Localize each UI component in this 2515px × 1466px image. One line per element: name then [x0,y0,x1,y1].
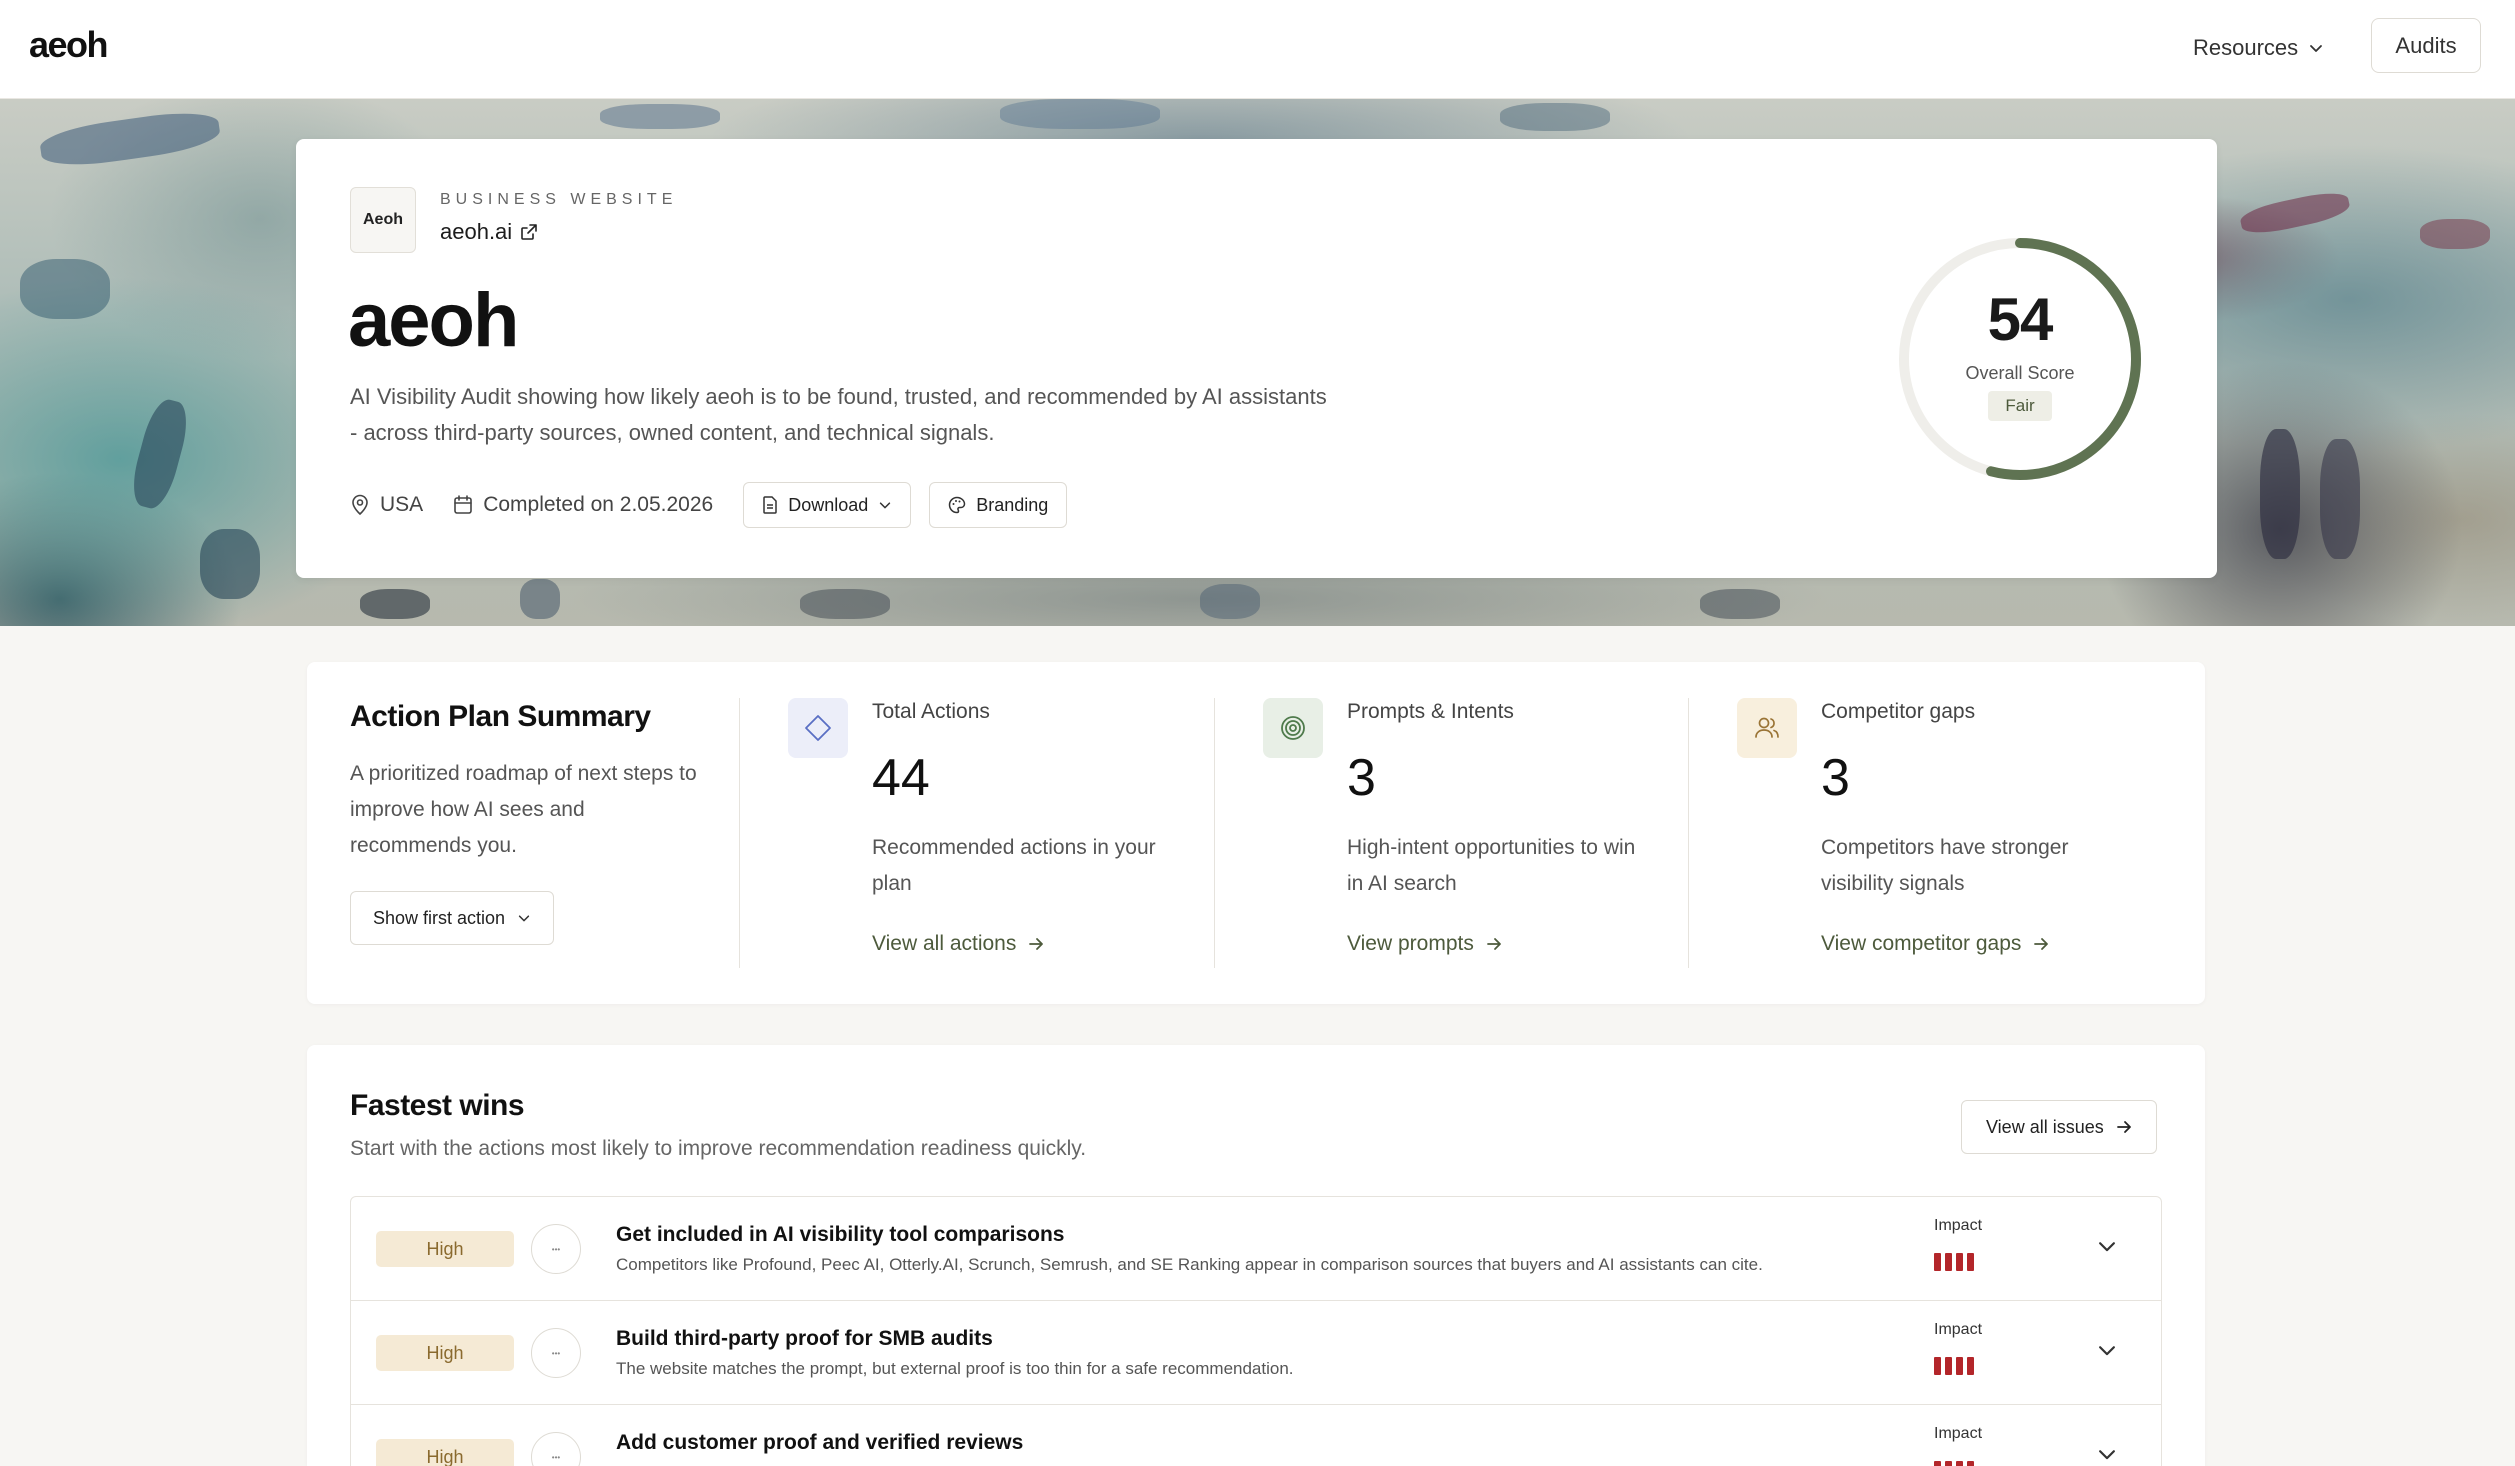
external-link-icon [521,224,537,240]
chevron-down-icon[interactable] [2096,1339,2118,1361]
category-label: BUSINESS WEBSITE [440,191,678,208]
score-rating-badge: Fair [1988,391,2052,421]
page-title: aeoh [348,278,519,363]
divider [1214,698,1215,968]
resources-label: Resources [2193,35,2299,60]
palette-icon [949,496,966,514]
divider [1688,698,1689,968]
score-value: 54 [1987,286,2054,353]
link-label: View competitor gaps [1821,932,2022,955]
link-label: View all actions [872,932,1017,955]
summary-description: A prioritized roadmap of next steps to i… [350,762,697,857]
view-competitor-gaps-link[interactable]: View competitor gaps [1821,932,2049,956]
chevron-down-icon[interactable] [2096,1235,2118,1257]
chevron-down-icon [2310,45,2323,52]
stat-label: Competitor gaps [1821,700,1976,723]
view-prompts-link[interactable]: View prompts [1347,932,1502,956]
branding-button[interactable]: Branding [929,482,1068,528]
action-plan-summary: Action Plan Summary A prioritized roadma… [307,662,2205,1004]
summary-title: Action Plan Summary [350,700,651,733]
stat-prompts-intents: Prompts & Intents 3 High-intent opportun… [1263,698,1683,968]
top-nav: aeoh Resources Audits [0,0,2515,99]
download-button[interactable]: Download [743,482,912,528]
arrow-right-icon [1486,938,1501,950]
download-label: Download [788,494,869,515]
score-ring [1899,238,2141,480]
location: USA [350,493,423,517]
stat-value: 3 [1347,749,1376,807]
impact-bars [1934,1253,1974,1271]
diamond-icon [788,698,848,758]
audits-button[interactable]: Audits [2371,18,2481,73]
stat-description: Recommended actions in your plan [872,836,1156,895]
stat-value: 44 [872,749,930,807]
priority-badge: High [376,1335,514,1371]
status-circle-icon: ••• [531,1328,581,1378]
resources-menu[interactable]: Resources [2193,28,2324,68]
impact-bars [1934,1357,1974,1375]
arrow-right-icon [2116,1121,2131,1133]
score-label: Overall Score [1965,363,2075,383]
overall-score-gauge: 54 Overall Score Fair [1894,233,2146,485]
map-pin-icon [352,494,368,516]
stat-competitor-gaps: Competitor gaps 3 Competitors have stron… [1737,698,2157,968]
file-icon [763,496,777,514]
issue-row[interactable]: High ••• Add customer proof and verified… [351,1405,2161,1466]
branding-label: Branding [976,494,1049,515]
show-first-action-label: Show first action [373,907,506,928]
stat-description: Competitors have stronger visibility sig… [1821,836,2069,895]
stat-label: Total Actions [872,700,990,723]
issue-list: High ••• Get included in AI visibility t… [350,1196,2162,1466]
brand-logo: Aeoh [350,187,416,253]
wins-subtitle: Start with the actions most likely to im… [350,1137,1087,1160]
users-icon [1737,698,1797,758]
arrow-right-icon [2034,938,2049,950]
audit-header-card: Aeoh BUSINESS WEBSITE aeoh.ai aeoh AI Vi… [296,139,2217,578]
impact-label: Impact [1934,1321,1983,1338]
impact-label: Impact [1934,1425,1983,1442]
fastest-wins: Fastest wins Start with the actions most… [307,1045,2205,1466]
chevron-down-icon [518,915,530,922]
wins-title: Fastest wins [350,1089,525,1122]
completed-text: Completed on 2.05.2026 [483,493,714,516]
completed-date: Completed on 2.05.2026 [453,493,713,517]
status-circle-icon: ••• [531,1432,581,1466]
issue-title: Build third-party proof for SMB audits [616,1327,993,1350]
stat-value: 3 [1821,749,1850,807]
impact-bars [1934,1461,1974,1466]
issue-description: The website matches the prompt, but exte… [616,1359,1294,1378]
view-all-actions-link[interactable]: View all actions [872,932,1044,956]
stat-total-actions: Total Actions 44 Recommended actions in … [788,698,1208,968]
chevron-down-icon[interactable] [2096,1443,2118,1465]
meta-row: USA Completed on 2.05.2026 Download Bran… [350,482,1085,528]
impact-label: Impact [1934,1217,1983,1234]
link-label: View prompts [1347,932,1474,955]
site-link[interactable]: aeoh.ai [440,219,538,245]
divider [739,698,740,968]
view-all-issues-button[interactable]: View all issues [1961,1100,2157,1154]
priority-badge: High [376,1439,514,1466]
issue-description: Competitors like Profound, Peec AI, Otte… [616,1255,1763,1274]
stat-label: Prompts & Intents [1347,700,1514,723]
arrow-right-icon [1029,938,1044,950]
logo[interactable]: aeoh [29,24,109,66]
show-first-action-button[interactable]: Show first action [350,891,555,945]
chevron-down-icon [880,502,891,509]
audit-description: AI Visibility Audit showing how likely a… [350,384,1327,445]
issue-title: Get included in AI visibility tool compa… [616,1223,1065,1246]
stat-description: High-intent opportunities to win in AI s… [1347,836,1636,895]
issue-row[interactable]: High ••• Get included in AI visibility t… [351,1197,2161,1301]
calendar-icon [454,495,472,514]
target-icon [1263,698,1323,758]
issue-title: Add customer proof and verified reviews [616,1431,1024,1454]
site-link-text: aeoh.ai [440,219,513,244]
priority-badge: High [376,1231,514,1267]
location-text: USA [380,493,424,516]
issue-row[interactable]: High ••• Build third-party proof for SMB… [351,1301,2161,1405]
status-circle-icon: ••• [531,1224,581,1274]
view-all-issues-label: View all issues [1986,1116,2104,1137]
